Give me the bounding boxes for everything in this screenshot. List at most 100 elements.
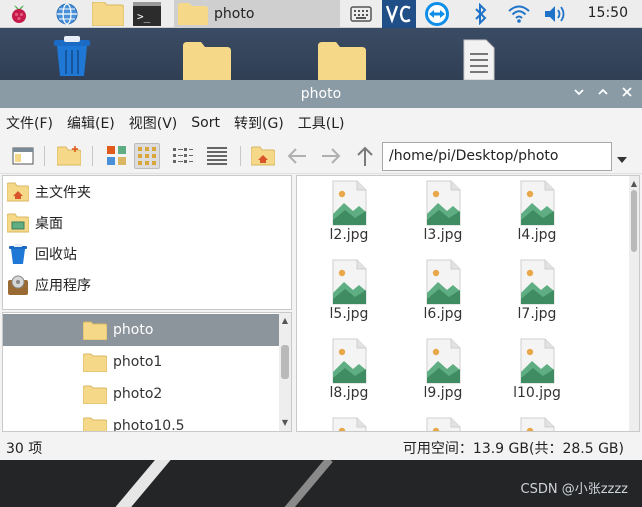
- menu-sort[interactable]: Sort: [191, 115, 220, 131]
- chevron-down-icon[interactable]: [616, 149, 628, 168]
- folder-icon: [83, 385, 107, 404]
- free-space: 可用空间：13.9 GB(共：28.5 GB): [402, 441, 624, 457]
- scrollbar-thumb[interactable]: [631, 190, 637, 252]
- file-item[interactable]: l2.jpg: [309, 180, 389, 258]
- image-file-icon: [426, 338, 461, 384]
- bluetooth-icon[interactable]: [466, 0, 496, 28]
- web-browser-icon[interactable]: [50, 0, 84, 28]
- image-file-icon: [332, 417, 367, 431]
- raspberry-menu-icon[interactable]: [2, 0, 36, 28]
- menu-file[interactable]: 文件(F): [6, 113, 53, 133]
- tree-item-photo2[interactable]: photo2: [3, 378, 279, 410]
- image-file-icon: [520, 417, 555, 431]
- file-item[interactable]: [403, 417, 483, 431]
- maximize-icon[interactable]: [594, 84, 612, 102]
- terminal-icon[interactable]: >_: [130, 0, 164, 28]
- file-manager-icon[interactable]: [90, 0, 126, 28]
- back-arrow-icon[interactable]: [284, 143, 310, 169]
- place-label: 应用程序: [35, 277, 91, 294]
- image-file-icon: [426, 259, 461, 305]
- trash-desktop-icon[interactable]: [50, 34, 94, 80]
- minimize-icon[interactable]: [570, 84, 588, 102]
- file-item[interactable]: l8.jpg: [309, 338, 389, 416]
- image-file-icon: [520, 259, 555, 305]
- tree-item-label: photo1: [113, 354, 163, 370]
- svg-text:>_: >_: [137, 10, 151, 23]
- detailed-list-view-icon[interactable]: [204, 143, 230, 169]
- wifi-icon[interactable]: [504, 0, 534, 28]
- compact-view-icon[interactable]: [170, 143, 196, 169]
- image-file-icon: [426, 417, 461, 431]
- directory-tree: photo photo1 photo2 photo10.5 ▲ ▼: [2, 312, 292, 432]
- tree-scrollbar[interactable]: ▲ ▼: [279, 313, 291, 431]
- scroll-up-icon[interactable]: ▲: [279, 315, 291, 327]
- tree-item-photo10-5[interactable]: photo10.5: [3, 410, 279, 432]
- place-label: 桌面: [35, 215, 63, 232]
- new-window-icon[interactable]: [10, 143, 36, 169]
- vnc-viewer-icon[interactable]: [382, 0, 416, 28]
- folder-icon: [83, 417, 107, 431]
- file-label: l5.jpg: [329, 306, 369, 322]
- image-file-icon: [520, 338, 555, 384]
- file-view: l2.jpg l3.jpg l4.jpg l5.jpg l6.jpg l7.jpg l8.j…: [296, 175, 640, 432]
- volume-icon[interactable]: [540, 0, 570, 28]
- menu-edit[interactable]: 编辑(E): [67, 113, 115, 133]
- file-item[interactable]: [497, 417, 577, 431]
- tree-item-label: photo2: [113, 386, 163, 402]
- tree-item-photo[interactable]: photo: [3, 314, 279, 346]
- tree-item-label: photo: [113, 322, 154, 338]
- file-item[interactable]: l9.jpg: [403, 338, 483, 416]
- trash-icon: [9, 243, 27, 264]
- image-file-icon: [332, 259, 367, 305]
- new-folder-icon[interactable]: [56, 143, 82, 169]
- path-input[interactable]: /home/pi/Desktop/photo: [382, 142, 612, 171]
- tree-item-photo1[interactable]: photo1: [3, 346, 279, 378]
- place-home[interactable]: 主文件夹: [3, 176, 291, 207]
- folder-desktop-icon[interactable]: [318, 42, 366, 84]
- file-item[interactable]: [309, 417, 389, 431]
- folder-desktop-icon[interactable]: [183, 42, 231, 84]
- window-titlebar[interactable]: photo: [0, 80, 642, 108]
- close-icon[interactable]: [618, 84, 636, 102]
- menu-view[interactable]: 视图(V): [129, 113, 178, 133]
- file-item[interactable]: l3.jpg: [403, 180, 483, 258]
- status-bar: 30 项 可用空间：13.9 GB(共：28.5 GB): [0, 432, 642, 460]
- thumbnail-view-icon[interactable]: [104, 143, 130, 169]
- file-item[interactable]: l10.jpg: [497, 338, 577, 416]
- tree-item-label: photo10.5: [113, 418, 185, 432]
- home-icon[interactable]: [250, 143, 276, 169]
- scrollbar-thumb[interactable]: [281, 345, 289, 379]
- taskbar-task-label: photo: [214, 6, 255, 22]
- file-label: l2.jpg: [329, 227, 369, 243]
- file-item[interactable]: l4.jpg: [497, 180, 577, 258]
- scroll-up-icon[interactable]: ▲: [629, 178, 639, 190]
- keyboard-icon[interactable]: [346, 0, 376, 28]
- forward-arrow-icon[interactable]: [318, 143, 344, 169]
- icon-view-icon[interactable]: [134, 143, 160, 169]
- clock[interactable]: 15:50: [588, 5, 628, 21]
- up-arrow-icon[interactable]: [352, 143, 378, 169]
- file-item[interactable]: l5.jpg: [309, 259, 389, 337]
- home-folder-icon: [7, 182, 29, 201]
- menu-go[interactable]: 转到(G): [234, 113, 284, 133]
- place-label: 主文件夹: [35, 184, 91, 201]
- file-label: l6.jpg: [423, 306, 463, 322]
- place-applications[interactable]: 应用程序: [3, 269, 291, 300]
- menu-tools[interactable]: 工具(L): [298, 113, 345, 133]
- file-item[interactable]: l6.jpg: [403, 259, 483, 337]
- desktop-folder-icon: [7, 213, 29, 232]
- taskbar-task-photo[interactable]: photo: [174, 0, 340, 28]
- place-trash[interactable]: 回收站: [3, 238, 291, 269]
- document-desktop-icon[interactable]: [462, 38, 496, 84]
- folder-icon: [83, 321, 107, 340]
- files-scrollbar[interactable]: ▲: [629, 176, 639, 431]
- applications-icon: [8, 275, 28, 295]
- file-label: l10.jpg: [513, 385, 561, 401]
- file-item[interactable]: l7.jpg: [497, 259, 577, 337]
- window-title: photo: [300, 86, 342, 102]
- scroll-down-icon[interactable]: ▼: [279, 417, 291, 429]
- place-label: 回收站: [35, 246, 77, 263]
- place-desktop[interactable]: 桌面: [3, 207, 291, 238]
- image-file-icon: [426, 180, 461, 226]
- teamviewer-icon[interactable]: [420, 0, 454, 28]
